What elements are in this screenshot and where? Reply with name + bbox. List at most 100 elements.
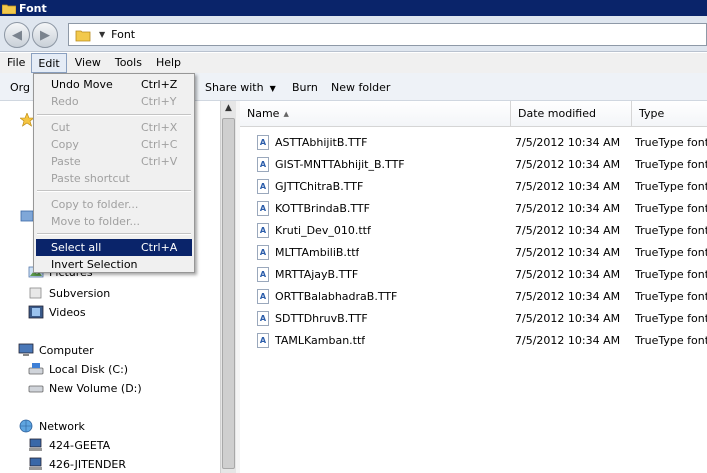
file-date: 7/5/2012 10:34 AM xyxy=(515,246,621,259)
column-header-type[interactable]: Type xyxy=(632,101,707,127)
nav-item-network[interactable]: Network xyxy=(18,419,85,433)
nav-item-host[interactable]: 424-GEETA xyxy=(28,438,110,452)
column-header-date[interactable]: Date modified xyxy=(511,101,632,127)
menu-item-label: Invert Selection xyxy=(51,258,138,271)
computer-icon xyxy=(18,343,34,356)
drive-icon xyxy=(28,385,44,393)
font-file-icon: A xyxy=(257,311,269,326)
nav-item-label: Network xyxy=(39,419,85,433)
nav-item-label: 424-GEETA xyxy=(49,438,111,452)
file-name: GJTTChitraB.TTF xyxy=(275,180,364,193)
file-row[interactable]: A MLTTAmbiliB.ttf 7/5/2012 10:34 AM True… xyxy=(240,242,707,264)
file-row[interactable]: A MRTTAjayB.TTF 7/5/2012 10:34 AM TrueTy… xyxy=(240,264,707,286)
nav-item-new-volume[interactable]: New Volume (D:) xyxy=(28,381,142,395)
menu-item-invert-selection[interactable]: Invert Selection xyxy=(36,256,192,273)
column-header-label: Name xyxy=(247,107,280,120)
menu-item-label: Paste xyxy=(51,155,81,168)
font-file-icon: A xyxy=(257,333,269,348)
file-row[interactable]: A Kruti_Dev_010.ttf 7/5/2012 10:34 AM Tr… xyxy=(240,220,707,242)
menu-tools[interactable]: Tools xyxy=(107,53,148,73)
videos-icon xyxy=(28,305,44,319)
drive-icon xyxy=(28,363,44,375)
edit-menu-dropdown: Undo Move Ctrl+Z Redo Ctrl+Y Cut Ctrl+X … xyxy=(33,73,195,273)
file-date: 7/5/2012 10:34 AM xyxy=(515,180,621,193)
menu-file[interactable]: File xyxy=(0,53,31,73)
menu-item-shortcut: Ctrl+Z xyxy=(141,78,178,91)
nav-item-computer[interactable]: Computer xyxy=(18,343,94,357)
arrow-right-icon: ▶ xyxy=(40,27,50,43)
file-name: SDTTDhruvB.TTF xyxy=(275,312,368,325)
nav-item-label: 426-JITENDER xyxy=(49,457,127,471)
font-file-icon: A xyxy=(257,289,269,304)
breadcrumb-current[interactable]: Font xyxy=(111,28,135,41)
file-name: ASTTAbhijitB.TTF xyxy=(275,136,368,149)
file-name: GIST-MNTTAbhijit_B.TTF xyxy=(275,158,405,171)
organize-button[interactable]: Org xyxy=(10,81,30,94)
menu-item-cut[interactable]: Cut Ctrl+X xyxy=(36,119,192,136)
file-type: TrueType font xyxy=(635,224,707,237)
menu-item-select-all[interactable]: Select all Ctrl+A xyxy=(36,239,192,256)
menu-item-move-to-folder[interactable]: Move to folder... xyxy=(36,213,192,230)
menu-item-shortcut: Ctrl+V xyxy=(141,155,178,168)
menu-bar: File Edit View Tools Help xyxy=(0,53,707,73)
subversion-icon xyxy=(29,287,42,299)
burn-button[interactable]: Burn xyxy=(292,81,318,94)
file-row[interactable]: A KOTTBrindaB.TTF 7/5/2012 10:34 AM True… xyxy=(240,198,707,220)
menu-item-undo-move[interactable]: Undo Move Ctrl+Z xyxy=(36,76,192,93)
file-row[interactable]: A GJTTChitraB.TTF 7/5/2012 10:34 AM True… xyxy=(240,176,707,198)
back-button[interactable]: ◀ xyxy=(4,22,30,48)
nav-item-subversion[interactable]: Subversion xyxy=(28,286,110,300)
menu-item-label: Copy to folder... xyxy=(51,198,139,211)
file-row[interactable]: A ORTTBalabhadraB.TTF 7/5/2012 10:34 AM … xyxy=(240,286,707,308)
file-list: Name ▲ Date modified Type A ASTTAbhijitB.… xyxy=(240,101,707,473)
favorites-star-icon[interactable] xyxy=(20,113,34,127)
column-header-name[interactable]: Name ▲ xyxy=(240,101,511,127)
menu-item-label: Select all xyxy=(51,241,102,254)
menu-item-copy-to-folder[interactable]: Copy to folder... xyxy=(36,196,192,213)
font-file-icon: A xyxy=(257,245,269,260)
menu-item-shortcut: Ctrl+Y xyxy=(141,95,177,108)
menu-view[interactable]: View xyxy=(67,53,107,73)
menu-edit[interactable]: Edit xyxy=(31,53,67,73)
file-name: MLTTAmbiliB.ttf xyxy=(275,246,360,259)
menu-item-paste[interactable]: Paste Ctrl+V xyxy=(36,153,192,170)
file-row[interactable]: A TAMLKamban.ttf 7/5/2012 10:34 AM TrueT… xyxy=(240,330,707,352)
font-file-icon: A xyxy=(257,223,269,238)
nav-item-host[interactable]: 426-JITENDER xyxy=(28,457,126,471)
file-row[interactable]: A ASTTAbhijitB.TTF 7/5/2012 10:34 AM Tru… xyxy=(240,132,707,154)
font-file-icon: A xyxy=(257,179,269,194)
nav-item-local-disk[interactable]: Local Disk (C:) xyxy=(28,362,128,376)
menu-item-redo[interactable]: Redo Ctrl+Y xyxy=(36,93,192,110)
menu-help[interactable]: Help xyxy=(148,53,187,73)
network-computer-icon xyxy=(29,457,42,470)
sort-ascending-icon: ▲ xyxy=(283,110,289,118)
new-folder-button[interactable]: New folder xyxy=(331,81,390,94)
file-row[interactable]: A SDTTDhruvB.TTF 7/5/2012 10:34 AM TrueT… xyxy=(240,308,707,330)
nav-item-label: Computer xyxy=(39,343,94,357)
scroll-up-arrow-icon[interactable]: ▲ xyxy=(223,103,234,114)
file-type: TrueType font xyxy=(635,158,707,171)
file-type: TrueType font xyxy=(635,180,707,193)
menu-item-paste-shortcut[interactable]: Paste shortcut xyxy=(36,170,192,187)
nav-item-videos[interactable]: Videos xyxy=(28,305,86,319)
menu-item-shortcut: Ctrl+X xyxy=(141,121,178,134)
breadcrumb-dropdown-icon[interactable]: ▼ xyxy=(99,30,105,39)
font-file-icon: A xyxy=(257,267,269,282)
folder-icon xyxy=(2,4,16,14)
file-date: 7/5/2012 10:34 AM xyxy=(515,312,621,325)
navigation-bar: ◀ ▶ ▼ Font xyxy=(0,16,707,52)
folder-icon xyxy=(75,30,91,41)
file-row[interactable]: A GIST-MNTTAbhijit_B.TTF 7/5/2012 10:34 … xyxy=(240,154,707,176)
share-with-button[interactable]: Share with ▼ xyxy=(205,81,276,94)
file-date: 7/5/2012 10:34 AM xyxy=(515,268,621,281)
forward-button[interactable]: ▶ xyxy=(32,22,58,48)
window-title: Font xyxy=(19,1,47,15)
menu-item-label: Redo xyxy=(51,95,79,108)
scrollbar-thumb[interactable] xyxy=(222,118,235,469)
network-computer-icon xyxy=(29,438,42,451)
libraries-icon[interactable] xyxy=(20,209,34,223)
menu-item-copy[interactable]: Copy Ctrl+C xyxy=(36,136,192,153)
address-bar[interactable]: ▼ Font xyxy=(68,23,707,46)
navigation-scrollbar[interactable]: ▲ xyxy=(220,101,236,473)
menu-item-label: Cut xyxy=(51,121,70,134)
